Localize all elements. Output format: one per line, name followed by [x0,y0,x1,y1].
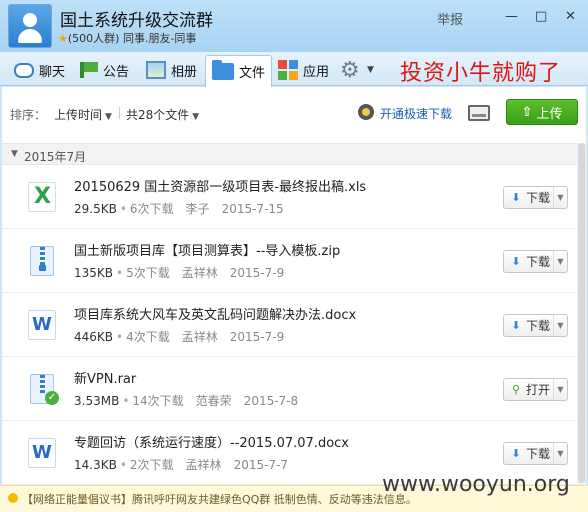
download-icon: ⬇ [511,447,521,460]
file-meta: 14.3KB • 2次下载 孟祥林 2015-7-7 [74,458,289,472]
sort-dropdown[interactable]: 上传时间 ▼ [54,106,112,123]
scrollbar-thumb[interactable] [578,143,585,483]
notice-icon [80,62,98,78]
folder-icon [212,60,234,80]
zip-file-icon [30,246,54,276]
file-meta: 29.5KB • 6次下载 李子 2015-7-15 [74,202,284,216]
file-row[interactable]: 项目库系统大风车及英文乱码问题解决办法.docx 446KB•4次下载孟祥林20… [2,293,586,357]
group-avatar[interactable] [8,4,52,48]
file-panel: 排序： 上传时间▼ 共28个文件▼ 开通极速下载 ⇧上传 ▼ 2015年7月 2… [2,87,586,485]
download-button[interactable]: ⬇ 下载 ▼ [503,442,568,465]
file-count-dropdown[interactable]: 共28个文件 ▼ [126,106,199,123]
vertical-scrollbar[interactable] [577,143,586,485]
download-button[interactable]: ⬇ 下载 ▼ [503,314,568,337]
chevron-down-icon: ▼ [105,112,112,122]
rar-file-icon [30,374,59,405]
month-group-header[interactable]: ▼ 2015年7月 [2,143,586,165]
file-meta: 3.53MB • 14次下载 范春荣 2015-7-8 [74,394,299,408]
file-name[interactable]: 专题回访（系统运行速度）--2015.07.07.docx [74,432,349,451]
file-name[interactable]: 新VPN.rar [74,368,136,387]
watermark-text: www.wooyun.org [382,472,570,497]
file-name[interactable]: 20150629 国土资源部一级项目表-最终报出稿.xls [74,176,366,195]
accelerate-icon [358,104,374,120]
disk-icon[interactable] [468,105,490,121]
tab-album[interactable]: 相册 [146,56,197,84]
chevron-down-icon: ▼ [553,251,567,272]
download-icon: ⬇ [511,319,521,332]
file-row[interactable]: 国土新版项目库【项目测算表】--导入模板.zip 135KB • 5次下载 孟祥林 20… [2,229,586,293]
chat-icon [14,62,34,78]
file-row[interactable]: 20150629 国土资源部一级项目表-最终报出稿.xls 29.5KB•6次下… [2,165,586,229]
sort-bar: 排序： 上传时间 ▼ 共28个文件 ▼ 开通极速下载 ⇧ 上传 [2,87,586,135]
file-meta: 135KB • 5次下载 孟祥林 2015-7-9 [74,266,285,280]
tab-notice[interactable]: 公告 [80,56,129,84]
file-name[interactable]: 国土新版项目库【项目测算表】--导入模板.zip [74,240,340,259]
notice-text[interactable]: 【网络正能量倡议书】腾讯呼吁网友共建绿色QQ群 抵制色情、反动等违法信息。 [22,491,417,507]
collapse-triangle-icon[interactable]: ▼ [11,149,18,159]
chevron-down-icon: ▼ [553,379,567,400]
sort-label: 排序： [10,108,47,122]
chevron-down-icon: ▼ [553,187,567,208]
divider [119,107,120,119]
download-button[interactable]: ⬇ 下载 ▼ [503,186,568,209]
report-link[interactable]: 举报 [437,9,463,28]
tab-apps[interactable]: 应用 [278,56,329,84]
overlay-banner-text: 投资小牛就购了 [400,61,562,86]
tab-chat[interactable]: 聊天 [14,56,65,84]
search-icon: ⚲ [511,383,521,396]
upload-button[interactable]: ⇧ 上传 [506,99,578,125]
star-icon: ★ [58,32,68,45]
chevron-down-icon[interactable]: ▼ [367,65,374,75]
fast-download-link[interactable]: 开通极速下载 [380,105,452,122]
group-member-info: ★(500人群) 同事.朋友-同事 [58,32,197,45]
file-row[interactable]: 新VPN.rar 3.53MB•14次下载范春荣2015-7-8 ⚲打开▼ [2,357,586,421]
open-button[interactable]: ⚲ 打开 ▼ [503,378,568,401]
chevron-down-icon: ▼ [553,443,567,464]
tab-files[interactable]: 文件 [205,55,273,87]
chevron-down-icon: ▼ [192,112,200,122]
upload-arrow-icon: ⇧ [521,104,533,120]
chevron-down-icon: ▼ [553,315,567,336]
close-button[interactable]: ✕ [565,9,576,24]
apps-icon [278,60,298,80]
word-file-icon [28,438,56,468]
album-icon [146,61,166,79]
title-bar: 国土系统升级交流群 ★(500人群) 同事.朋友-同事 举报 — □ ✕ [0,0,588,52]
download-button[interactable]: ⬇ 下载 ▼ [503,250,568,273]
file-name[interactable]: 项目库系统大风车及英文乱码问题解决办法.docx [74,304,356,323]
group-title: 国土系统升级交流群 [60,11,213,31]
maximize-button[interactable]: □ [535,9,547,24]
excel-file-icon [28,182,56,212]
download-icon: ⬇ [511,255,521,268]
file-meta: 446KB • 4次下载 孟祥林 2015-7-9 [74,330,285,344]
notice-icon [8,493,18,503]
word-file-icon [28,310,56,340]
download-icon: ⬇ [511,191,521,204]
minimize-button[interactable]: — [505,9,518,24]
gear-icon[interactable]: ⚙ [340,58,360,83]
